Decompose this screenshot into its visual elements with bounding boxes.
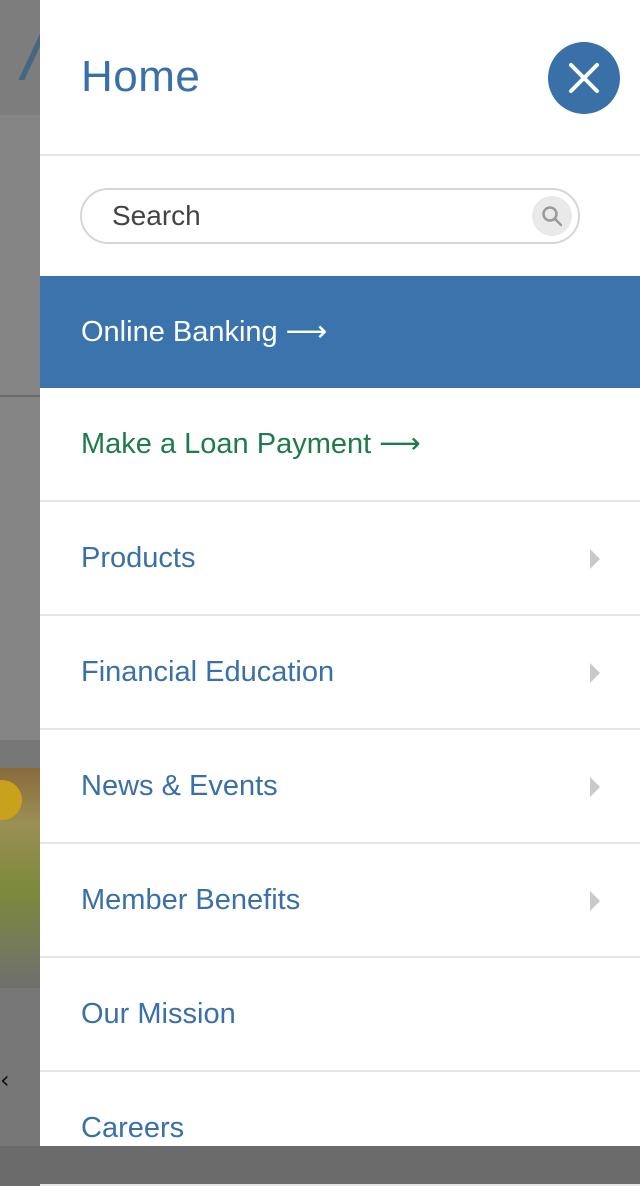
- menu-item-label: Member Benefits: [81, 884, 301, 916]
- search-box: [80, 188, 580, 244]
- caret-right-icon: [590, 663, 600, 683]
- caret-right-icon: [590, 549, 600, 569]
- menu-item-online-banking[interactable]: Online Banking ⟶: [40, 276, 640, 388]
- chevron-left-icon[interactable]: ‹: [0, 1066, 10, 1094]
- menu-item-label: Online Banking ⟶: [81, 316, 328, 348]
- drawer-title[interactable]: Home: [81, 52, 200, 102]
- menu-item-news-events[interactable]: News & Events: [40, 730, 640, 844]
- menu-item-label: News & Events: [81, 770, 278, 802]
- close-button[interactable]: [548, 42, 620, 114]
- menu-item-financial-education[interactable]: Financial Education: [40, 616, 640, 730]
- backdrop-divider: [0, 395, 40, 397]
- menu-item-label: Make a Loan Payment ⟶: [81, 428, 421, 460]
- search-icon: [542, 206, 563, 227]
- menu-item-label: Careers: [81, 1112, 185, 1144]
- menu-item-label: Products: [81, 542, 196, 574]
- caret-right-icon: [590, 891, 600, 911]
- nav-drawer: Home Online Banking ⟶ Make a Loan Paymen…: [40, 0, 640, 1186]
- drawer-header: Home: [40, 0, 640, 156]
- menu-item-make-loan-payment[interactable]: Make a Loan Payment ⟶: [40, 388, 640, 502]
- backdrop-hero: [0, 115, 40, 740]
- caret-right-icon: [590, 777, 600, 797]
- menu-list: Online Banking ⟶ Make a Loan Payment ⟶ P…: [40, 276, 640, 1186]
- page-backdrop[interactable]: ‹: [0, 0, 40, 1146]
- close-icon: [569, 63, 599, 93]
- menu-item-careers[interactable]: Careers: [40, 1072, 640, 1186]
- search-input[interactable]: [112, 198, 512, 234]
- menu-item-label: Our Mission: [81, 998, 236, 1030]
- menu-item-member-benefits[interactable]: Member Benefits: [40, 844, 640, 958]
- search-section: [40, 156, 640, 274]
- search-button[interactable]: [532, 196, 572, 236]
- menu-item-label: Financial Education: [81, 656, 335, 688]
- menu-item-products[interactable]: Products: [40, 502, 640, 616]
- menu-item-our-mission[interactable]: Our Mission: [40, 958, 640, 1072]
